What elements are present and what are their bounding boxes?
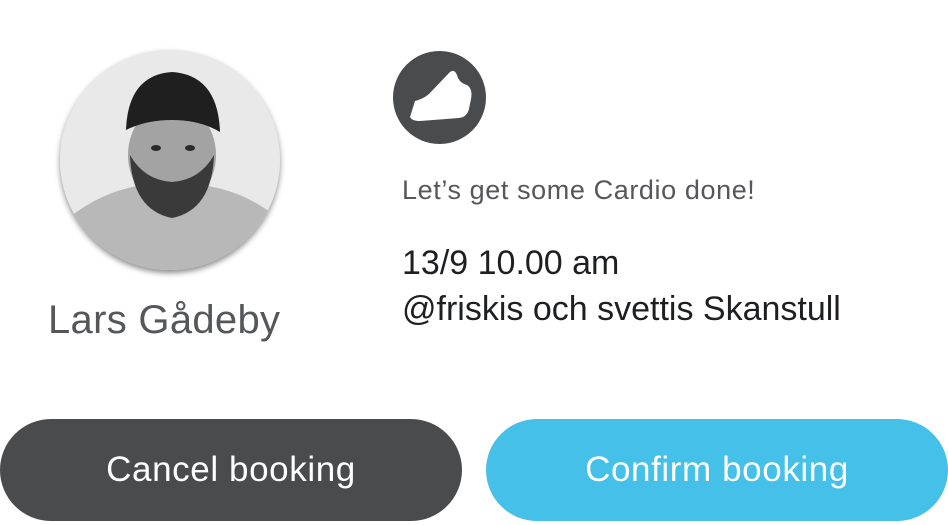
trainer-name: Lars Gådeby (48, 298, 281, 342)
confirm-booking-button[interactable]: Confirm booking (486, 419, 948, 521)
cancel-booking-button[interactable]: Cancel booking (0, 419, 462, 521)
trainer-avatar (60, 50, 280, 270)
activity-location: @friskis och svettis Skanstull (402, 290, 841, 328)
sneaker-icon (393, 51, 486, 144)
person-photo-icon (60, 50, 280, 270)
activity-datetime: 13/9 10.00 am (402, 244, 620, 282)
activity-tagline: Let’s get some Cardio done! (402, 175, 756, 205)
